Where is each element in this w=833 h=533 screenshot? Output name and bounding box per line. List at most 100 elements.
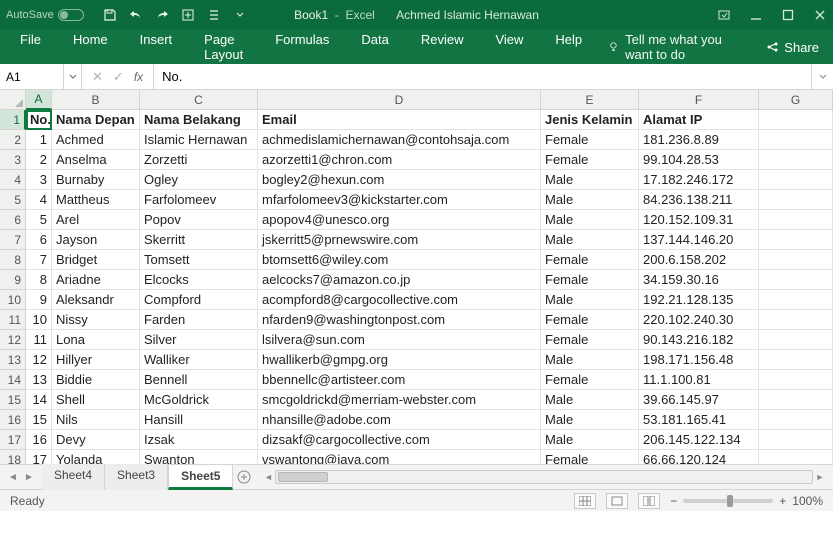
cell-E13[interactable]: Male	[541, 350, 639, 370]
cell-C18[interactable]: Swanton	[140, 450, 258, 464]
cell-G12[interactable]	[759, 330, 833, 350]
cell-E18[interactable]: Female	[541, 450, 639, 464]
cell-E5[interactable]: Male	[541, 190, 639, 210]
cell-D5[interactable]: mfarfolomeev3@kickstarter.com	[258, 190, 541, 210]
cell-F10[interactable]: 192.21.128.135	[639, 290, 759, 310]
close-icon[interactable]	[813, 8, 827, 22]
cell-G6[interactable]	[759, 210, 833, 230]
scroll-right-icon[interactable]: ►	[813, 470, 827, 484]
cell-F7[interactable]: 137.144.146.20	[639, 230, 759, 250]
cell-B11[interactable]: Nissy	[52, 310, 140, 330]
cell-F4[interactable]: 17.182.246.172	[639, 170, 759, 190]
cell-A10[interactable]: 9	[26, 290, 52, 310]
cell-C9[interactable]: Elcocks	[140, 270, 258, 290]
cell-G7[interactable]	[759, 230, 833, 250]
select-all-corner[interactable]	[0, 90, 26, 110]
cell-G14[interactable]	[759, 370, 833, 390]
cell-E15[interactable]: Male	[541, 390, 639, 410]
row-header-4[interactable]: 4	[0, 170, 26, 190]
autosave-toggle[interactable]	[58, 9, 84, 21]
cell-F15[interactable]: 39.66.145.97	[639, 390, 759, 410]
cell-E17[interactable]: Male	[541, 430, 639, 450]
cell-E8[interactable]: Female	[541, 250, 639, 270]
cell-D1[interactable]: Email	[258, 110, 541, 130]
cell-B8[interactable]: Bridget	[52, 250, 140, 270]
ribbon-tab-formulas[interactable]: Formulas	[269, 28, 335, 66]
cell-D3[interactable]: azorzetti1@chron.com	[258, 150, 541, 170]
cell-D17[interactable]: dizsakf@cargocollective.com	[258, 430, 541, 450]
ribbon-tab-review[interactable]: Review	[415, 28, 470, 66]
cell-G11[interactable]	[759, 310, 833, 330]
cell-D7[interactable]: jskerritt5@prnewswire.com	[258, 230, 541, 250]
new-sheet-button[interactable]	[233, 470, 255, 484]
column-header-D[interactable]: D	[258, 90, 541, 110]
cell-A2[interactable]: 1	[26, 130, 52, 150]
cell-A9[interactable]: 8	[26, 270, 52, 290]
row-header-15[interactable]: 15	[0, 390, 26, 410]
qat-icon-2[interactable]	[206, 7, 222, 23]
cell-A16[interactable]: 15	[26, 410, 52, 430]
cell-A14[interactable]: 13	[26, 370, 52, 390]
cell-E4[interactable]: Male	[541, 170, 639, 190]
cell-G13[interactable]	[759, 350, 833, 370]
cell-A12[interactable]: 11	[26, 330, 52, 350]
cell-F2[interactable]: 181.236.8.89	[639, 130, 759, 150]
column-header-F[interactable]: F	[639, 90, 759, 110]
row-header-11[interactable]: 11	[0, 310, 26, 330]
ribbon-tab-home[interactable]: Home	[67, 28, 114, 66]
cell-B18[interactable]: Yolanda	[52, 450, 140, 464]
insert-function-button[interactable]: fx	[134, 70, 143, 84]
cell-C14[interactable]: Bennell	[140, 370, 258, 390]
scroll-left-icon[interactable]: ◄	[261, 470, 275, 484]
autosave-toggle-group[interactable]: AutoSave	[6, 9, 84, 21]
cell-A3[interactable]: 2	[26, 150, 52, 170]
row-header-17[interactable]: 17	[0, 430, 26, 450]
horizontal-scrollbar[interactable]: ◄ ►	[261, 470, 827, 484]
cell-D13[interactable]: hwallikerb@gmpg.org	[258, 350, 541, 370]
cell-E3[interactable]: Female	[541, 150, 639, 170]
cell-A8[interactable]: 7	[26, 250, 52, 270]
cell-F5[interactable]: 84.236.138.211	[639, 190, 759, 210]
cell-F18[interactable]: 66.66.120.124	[639, 450, 759, 464]
cell-D11[interactable]: nfarden9@washingtonpost.com	[258, 310, 541, 330]
undo-icon[interactable]	[128, 7, 144, 23]
qat-icon-1[interactable]	[180, 7, 196, 23]
cell-A4[interactable]: 3	[26, 170, 52, 190]
cell-B9[interactable]: Ariadne	[52, 270, 140, 290]
row-header-13[interactable]: 13	[0, 350, 26, 370]
cell-C3[interactable]: Zorzetti	[140, 150, 258, 170]
cell-C10[interactable]: Compford	[140, 290, 258, 310]
cell-F6[interactable]: 120.152.109.31	[639, 210, 759, 230]
sheet-nav-next-icon[interactable]: ►	[22, 470, 36, 484]
scroll-track[interactable]	[275, 470, 813, 484]
cell-D14[interactable]: bbennellc@artisteer.com	[258, 370, 541, 390]
row-header-6[interactable]: 6	[0, 210, 26, 230]
cell-D6[interactable]: apopov4@unesco.org	[258, 210, 541, 230]
cell-G10[interactable]	[759, 290, 833, 310]
normal-view-button[interactable]	[574, 493, 596, 509]
cell-C4[interactable]: Ogley	[140, 170, 258, 190]
scroll-thumb[interactable]	[278, 472, 328, 482]
sheet-nav-prev-icon[interactable]: ◄	[6, 470, 20, 484]
cell-A17[interactable]: 16	[26, 430, 52, 450]
row-header-14[interactable]: 14	[0, 370, 26, 390]
cell-C7[interactable]: Skerritt	[140, 230, 258, 250]
column-header-A[interactable]: A	[26, 90, 52, 110]
cell-B7[interactable]: Jayson	[52, 230, 140, 250]
cell-B10[interactable]: Aleksandr	[52, 290, 140, 310]
cell-B13[interactable]: Hillyer	[52, 350, 140, 370]
cell-E11[interactable]: Female	[541, 310, 639, 330]
cell-G4[interactable]	[759, 170, 833, 190]
ribbon-tab-view[interactable]: View	[489, 28, 529, 66]
sheet-tab-sheet3[interactable]: Sheet3	[105, 464, 168, 490]
cell-B17[interactable]: Devy	[52, 430, 140, 450]
cell-B2[interactable]: Achmed	[52, 130, 140, 150]
page-layout-view-button[interactable]	[606, 493, 628, 509]
cell-B12[interactable]: Lona	[52, 330, 140, 350]
maximize-icon[interactable]	[781, 8, 795, 22]
redo-icon[interactable]	[154, 7, 170, 23]
column-header-G[interactable]: G	[759, 90, 833, 110]
cell-E7[interactable]: Male	[541, 230, 639, 250]
cell-D18[interactable]: vswantong@java.com	[258, 450, 541, 464]
row-header-2[interactable]: 2	[0, 130, 26, 150]
